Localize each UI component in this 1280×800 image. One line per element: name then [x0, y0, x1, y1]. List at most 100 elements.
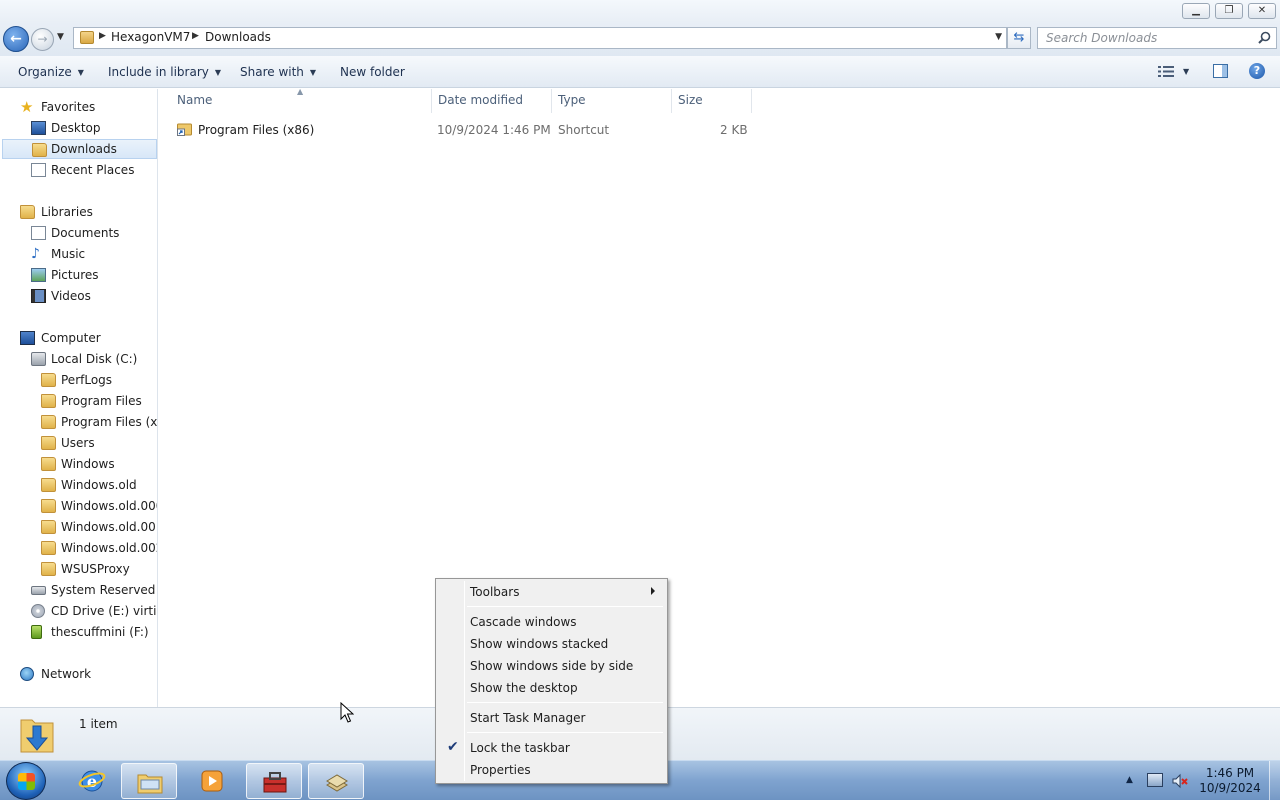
new-folder-button[interactable]: New folder — [340, 65, 405, 79]
recent-pages-dropdown[interactable]: ▼ — [57, 32, 64, 42]
menu-item-toolbars[interactable]: Toolbars — [438, 581, 665, 603]
menu-item-label: Show windows side by side — [470, 659, 634, 673]
nav-desktop[interactable]: Desktop — [0, 118, 157, 138]
sort-ascending-icon: ▲ — [297, 87, 304, 96]
menu-item-show-the-desktop[interactable]: Show the desktop — [438, 677, 665, 699]
share-with-button[interactable]: Share with ▼ — [240, 65, 316, 79]
nav-cd-drive[interactable]: CD Drive (E:) virtio-v — [0, 601, 157, 621]
menu-item-lock-the-taskbar[interactable]: ✔ Lock the taskbar — [438, 737, 665, 759]
column-divider[interactable] — [431, 89, 432, 113]
nav-videos[interactable]: Videos — [0, 286, 157, 306]
downloads-folder-icon — [20, 719, 54, 753]
nav-favorites[interactable]: ★ Favorites — [0, 97, 157, 117]
menu-item-properties[interactable]: Properties — [438, 759, 665, 781]
views-dropdown-icon[interactable]: ▼ — [1183, 67, 1189, 76]
nav-system-reserved[interactable]: System Reserved (D: — [0, 580, 157, 600]
nav-local-disk[interactable]: Local Disk (C:) — [0, 349, 157, 369]
column-divider[interactable] — [671, 89, 672, 113]
file-size: 2 KB — [720, 123, 748, 137]
search-input[interactable]: Search Downloads — [1037, 27, 1277, 49]
arrow-right-icon: → — [37, 32, 48, 46]
taskbar-media-player[interactable] — [184, 763, 240, 799]
breadcrumb-downloads[interactable]: Downloads — [205, 30, 271, 44]
clock-date: 10/9/2024 — [1199, 781, 1261, 795]
show-desktop-button[interactable] — [1269, 761, 1280, 800]
taskbar-toolbox-app[interactable] — [246, 763, 302, 799]
nav-folder-windows-old-002[interactable]: Windows.old.002 — [0, 538, 157, 558]
column-header-size[interactable]: Size — [678, 93, 703, 107]
volume-muted-icon[interactable] — [1172, 773, 1188, 789]
nav-music[interactable]: ♪ Music — [0, 244, 157, 264]
nav-documents[interactable]: Documents — [0, 223, 157, 243]
address-bar[interactable]: ▶ HexagonVM7 ▶ Downloads ▼ — [73, 27, 1007, 49]
breadcrumb-separator-icon[interactable]: ▶ — [192, 31, 199, 41]
nav-computer[interactable]: Computer — [0, 328, 157, 348]
show-hidden-icons-button[interactable]: ▲ — [1126, 775, 1133, 785]
nav-folder-windows-old[interactable]: Windows.old — [0, 475, 157, 495]
include-in-library-button[interactable]: Include in library ▼ — [108, 65, 221, 79]
nav-folder-users[interactable]: Users — [0, 433, 157, 453]
videos-icon — [31, 289, 46, 303]
nav-folder-windows[interactable]: Windows — [0, 454, 157, 474]
table-row[interactable]: Program Files (x86) 10/9/2024 1:46 PM Sh… — [173, 119, 753, 141]
address-dropdown-icon[interactable]: ▼ — [995, 32, 1002, 42]
start-button[interactable] — [6, 762, 46, 800]
refresh-button[interactable]: ⇆ — [1007, 27, 1031, 49]
column-header-type[interactable]: Type — [558, 93, 586, 107]
organize-button[interactable]: Organize ▼ — [18, 65, 84, 79]
taskbar-server-app[interactable] — [308, 763, 364, 799]
menu-separator — [467, 606, 663, 607]
windows-logo-icon — [18, 773, 35, 790]
column-header-date-modified[interactable]: Date modified — [438, 93, 523, 107]
nav-folder-perflogs[interactable]: PerfLogs — [0, 370, 157, 390]
nav-folder-windows-old-001[interactable]: Windows.old.001 — [0, 517, 157, 537]
checkmark-icon: ✔ — [447, 739, 459, 755]
taskbar-clock[interactable]: 1:46 PM 10/9/2024 — [1198, 766, 1262, 796]
nav-videos-label: Videos — [51, 289, 91, 303]
nav-pictures[interactable]: Pictures — [0, 265, 157, 285]
preview-pane-icon[interactable] — [1213, 64, 1228, 78]
nav-recent-places[interactable]: Recent Places — [0, 160, 157, 180]
nav-folder-windows-old-000[interactable]: Windows.old.000 — [0, 496, 157, 516]
views-icon[interactable] — [1158, 65, 1174, 78]
share-with-label: Share with — [240, 65, 304, 79]
back-button[interactable]: ← — [3, 26, 29, 52]
nav-system-reserved-label: System Reserved (D: — [51, 583, 157, 597]
nav-folder-program-files-x86[interactable]: Program Files (x86 — [0, 412, 157, 432]
column-divider[interactable] — [751, 89, 752, 113]
maximize-button[interactable]: ❐ — [1215, 3, 1243, 19]
forward-button[interactable]: → — [31, 28, 54, 51]
nav-libraries[interactable]: Libraries — [0, 202, 157, 222]
column-divider[interactable] — [551, 89, 552, 113]
nav-usb-drive-label: thescuffmini (F:) — [51, 625, 149, 639]
breadcrumb-separator-icon[interactable]: ▶ — [99, 31, 106, 41]
folder-icon — [80, 31, 94, 44]
file-list[interactable]: ▲ Name Date modified Type Size Program F… — [159, 87, 1280, 707]
nav-folder-program-files[interactable]: Program Files — [0, 391, 157, 411]
nav-network-label: Network — [41, 667, 92, 681]
nav-folder-wsusproxy[interactable]: WSUSProxy — [0, 559, 157, 579]
network-status-icon[interactable] — [1147, 773, 1163, 787]
menu-item-show-windows-stacked[interactable]: Show windows stacked — [438, 633, 665, 655]
breadcrumb-hexagonvm7[interactable]: HexagonVM7 — [111, 30, 190, 44]
internet-explorer-icon: e — [78, 770, 106, 792]
nav-pictures-label: Pictures — [51, 268, 99, 282]
help-icon[interactable]: ? — [1249, 63, 1265, 79]
folder-icon — [41, 457, 56, 471]
desktop-icon — [31, 121, 46, 135]
usb-drive-icon — [31, 625, 42, 639]
nav-downloads[interactable]: Downloads — [2, 139, 157, 159]
close-button[interactable]: ✕ — [1248, 3, 1276, 19]
search-icon[interactable] — [1258, 31, 1271, 44]
file-type: Shortcut — [558, 123, 610, 137]
hard-drive-icon — [31, 352, 46, 366]
nav-usb-drive[interactable]: thescuffmini (F:) — [0, 622, 157, 642]
nav-network[interactable]: Network — [0, 664, 157, 684]
menu-item-start-task-manager[interactable]: Start Task Manager — [438, 707, 665, 729]
taskbar-internet-explorer[interactable]: e — [64, 763, 120, 799]
minimize-button[interactable]: ▁ — [1182, 3, 1210, 19]
menu-item-show-windows-side-by-side[interactable]: Show windows side by side — [438, 655, 665, 677]
column-header-name[interactable]: Name — [177, 93, 212, 107]
menu-item-cascade-windows[interactable]: Cascade windows — [438, 611, 665, 633]
taskbar-windows-explorer[interactable] — [121, 763, 177, 799]
